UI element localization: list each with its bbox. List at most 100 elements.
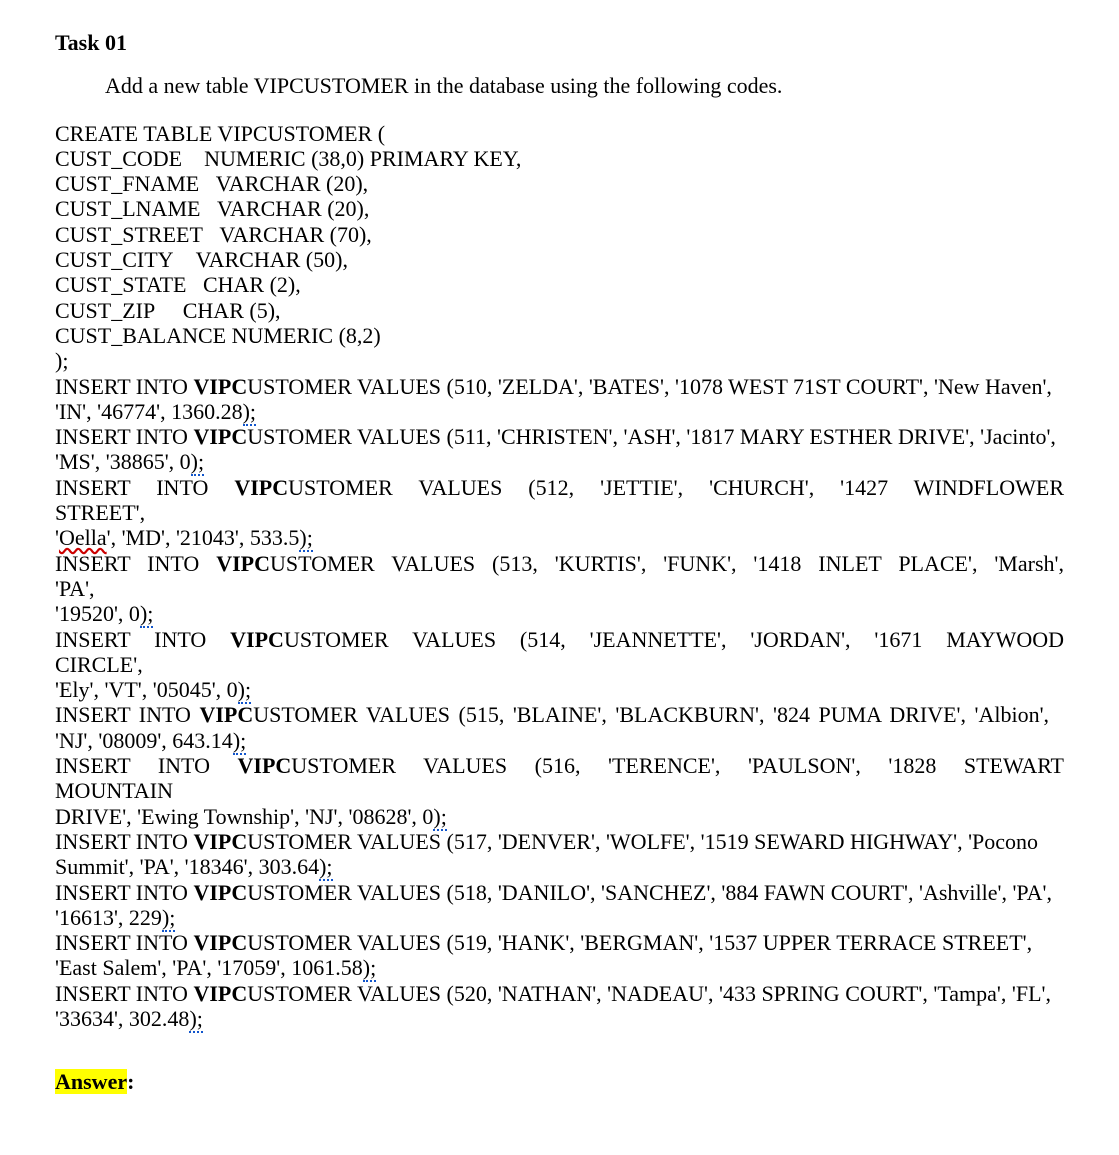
grammar-mark: ); [191,449,204,476]
insert-row-9-line-2: '16613', 229); [55,905,1064,930]
insert-row-8-line-1: INSERT INTO VIPCUSTOMER VALUES (517, 'DE… [55,829,1064,854]
insert-prefix: INSERT INTO [55,374,193,399]
grammar-mark: ); [233,728,246,755]
create-line-2: CUST_CODE NUMERIC (38,0) PRIMARY KEY, [55,146,1064,171]
insert-cont: 'NJ', '08009', 643.14 [55,728,233,753]
insert-row-11-line-1: INSERT INTO VIPCUSTOMER VALUES (520, 'NA… [55,981,1064,1006]
create-line-6: CUST_CITY VARCHAR (50), [55,247,1064,272]
col-type: VARCHAR (20), [217,196,369,221]
insert-cont: 'IN', '46774', 1360.28 [55,399,243,424]
task-instruction: Add a new table VIPCUSTOMER in the datab… [105,73,1064,98]
tablename-bold: VIPC [193,880,247,905]
insert-rest: USTOMER VALUES (520, 'NATHAN', 'NADEAU',… [247,981,1051,1006]
create-line-10: ); [55,348,1064,373]
spellcheck-mark: Oella [59,525,107,550]
tablename-bold: VIPC [234,475,288,500]
insert-row-5-line-2: 'Ely', 'VT', '05045', 0); [55,677,1064,702]
grammar-mark: ); [189,1006,202,1033]
create-line-4: CUST_LNAME VARCHAR (20), [55,196,1064,221]
tablename-bold: VIPC [216,551,270,576]
task-title: Task 01 [55,30,1064,55]
insert-row-7-line-1: INSERT INTO VIPCUSTOMER VALUES (516, 'TE… [55,753,1064,804]
insert-cont: '19520', 0 [55,601,140,626]
insert-cont: 'MS', '38865', 0 [55,449,191,474]
insert-cont: DRIVE', 'Ewing Township', 'NJ', '08628',… [55,804,433,829]
insert-prefix: INSERT INTO [55,753,238,778]
create-line-8: CUST_ZIP CHAR (5), [55,298,1064,323]
grammar-mark: ); [319,854,332,881]
insert-row-1-line-2: 'IN', '46774', 1360.28); [55,399,1064,424]
insert-row-2-line-2: 'MS', '38865', 0); [55,449,1064,474]
col-name: CUST_CITY [55,247,174,272]
insert-row-11-line-2: '33634', 302.48); [55,1006,1064,1031]
col-name: CUST_LNAME [55,196,200,221]
insert-row-1-line-1: INSERT INTO VIPCUSTOMER VALUES (510, 'ZE… [55,374,1064,399]
insert-cont: '33634', 302.48 [55,1006,189,1031]
insert-row-3-line-1: INSERT INTO VIPCUSTOMER VALUES (512, 'JE… [55,475,1064,526]
insert-row-7-line-2: DRIVE', 'Ewing Township', 'NJ', '08628',… [55,804,1064,829]
insert-rest: USTOMER VALUES (510, 'ZELDA', 'BATES', '… [247,374,1052,399]
insert-row-3-line-2: 'Oella', 'MD', '21043', 533.5); [55,525,1064,550]
tablename-bold: VIPC [193,930,247,955]
insert-prefix: INSERT INTO [55,829,193,854]
create-line-1: CREATE TABLE VIPCUSTOMER ( [55,121,1064,146]
col-name: CUST_STREET [55,222,203,247]
col-type: CHAR (2), [203,272,301,297]
tablename-bold: VIPC [230,627,284,652]
insert-row-4-line-1: INSERT INTO VIPCUSTOMER VALUES (513, 'KU… [55,551,1064,602]
answer-highlight: Answer [55,1069,127,1094]
tablename-bold: VIPC [199,702,253,727]
grammar-mark: ); [243,399,256,426]
col-name: CUST_ZIP [55,298,155,323]
col-name: CUST_FNAME [55,171,199,196]
col-type: VARCHAR (50), [196,247,348,272]
insert-rest: USTOMER VALUES (515, 'BLAINE', 'BLACKBUR… [253,702,1049,727]
create-line-9: CUST_BALANCE NUMERIC (8,2) [55,323,1064,348]
answer-colon: : [127,1069,134,1094]
insert-prefix: INSERT INTO [55,981,193,1006]
insert-prefix: INSERT INTO [55,475,234,500]
insert-cont: ', 'MD', '21043', 533.5 [107,525,300,550]
insert-cont: 'East Salem', 'PA', '17059', 1061.58 [55,955,363,980]
insert-row-9-line-1: INSERT INTO VIPCUSTOMER VALUES (518, 'DA… [55,880,1064,905]
insert-row-10-line-2: 'East Salem', 'PA', '17059', 1061.58); [55,955,1064,980]
insert-row-6-line-1: INSERT INTO VIPCUSTOMER VALUES (515, 'BL… [55,702,1064,727]
insert-row-2-line-1: INSERT INTO VIPCUSTOMER VALUES (511, 'CH… [55,424,1064,449]
grammar-mark: ); [162,905,175,932]
insert-cont: Summit', 'PA', '18346', 303.64 [55,854,319,879]
insert-prefix: INSERT INTO [55,424,193,449]
insert-rest: USTOMER VALUES (518, 'DANILO', 'SANCHEZ'… [247,880,1052,905]
create-line-7: CUST_STATE CHAR (2), [55,272,1064,297]
create-line-3: CUST_FNAME VARCHAR (20), [55,171,1064,196]
tablename-bold: VIPC [193,424,247,449]
insert-rest: USTOMER VALUES (517, 'DENVER', 'WOLFE', … [247,829,1038,854]
insert-prefix: INSERT INTO [55,880,193,905]
insert-prefix: INSERT INTO [55,930,193,955]
tablename-bold: VIPC [193,981,247,1006]
insert-prefix: INSERT INTO [55,627,230,652]
insert-row-6-line-2: 'NJ', '08009', 643.14); [55,728,1064,753]
insert-rest: USTOMER VALUES (511, 'CHRISTEN', 'ASH', … [247,424,1056,449]
tablename-bold: VIPC [193,829,247,854]
col-type: NUMERIC (38,0) PRIMARY KEY, [204,146,521,171]
insert-rest: USTOMER VALUES (519, 'HANK', 'BERGMAN', … [247,930,1032,955]
answer-label: Answer: [55,1069,1064,1094]
tablename-bold: VIPC [193,374,247,399]
col-name: CUST_STATE [55,272,186,297]
create-line-5: CUST_STREET VARCHAR (70), [55,222,1064,247]
col-type: VARCHAR (70), [219,222,371,247]
grammar-mark: ); [433,804,446,831]
grammar-mark: ); [299,525,312,552]
insert-row-10-line-1: INSERT INTO VIPCUSTOMER VALUES (519, 'HA… [55,930,1064,955]
col-type: VARCHAR (20), [216,171,368,196]
insert-cont: '16613', 229 [55,905,162,930]
insert-row-4-line-2: '19520', 0); [55,601,1064,626]
grammar-mark: ); [363,955,376,982]
tablename-bold: VIPC [238,753,292,778]
grammar-mark: ); [238,677,251,704]
code-block: CREATE TABLE VIPCUSTOMER ( CUST_CODE NUM… [55,121,1064,1032]
grammar-mark: ); [140,601,153,628]
col-type: CHAR (5), [183,298,281,323]
col-name: CUST_CODE [55,146,182,171]
insert-prefix: INSERT INTO [55,702,199,727]
